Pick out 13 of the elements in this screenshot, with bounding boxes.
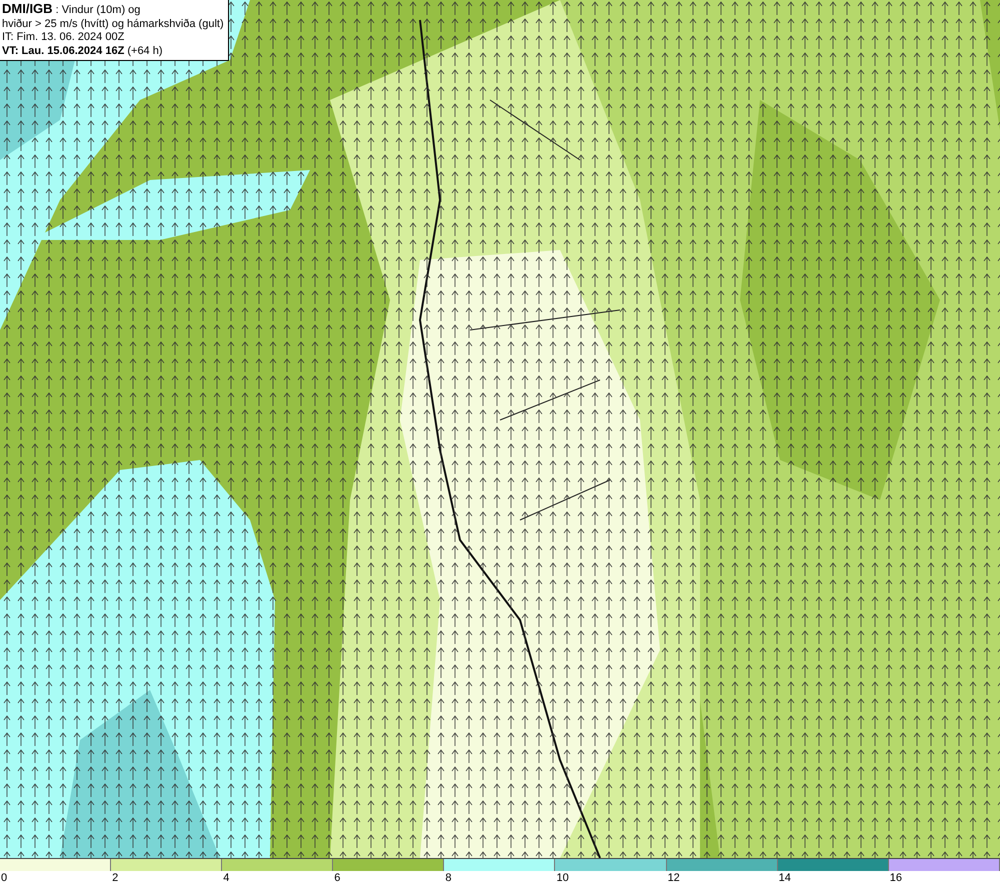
map-subtitle: hviður > 25 m/s (hvítt) og hámarkshviða (gult)	[2, 18, 224, 31]
tick-label: 12	[666, 871, 680, 885]
tick-label: 14	[778, 871, 791, 885]
tick-label: 10	[555, 871, 569, 885]
tick-label: 8	[444, 871, 452, 885]
tick-label: 16	[888, 871, 902, 885]
valid-time: VT: Lau. 15.06.2024 16Z (+64 h)	[2, 44, 164, 58]
tick-label: 0	[0, 871, 8, 885]
map-title: DMI/IGB : Vindur (10m) og	[2, 2, 142, 18]
tick-label: 2	[111, 871, 118, 885]
tick-label: 6	[333, 871, 340, 885]
tick-label: 4	[222, 871, 230, 885]
initial-time: IT: Fim. 13. 06. 2024 00Z	[2, 31, 126, 44]
